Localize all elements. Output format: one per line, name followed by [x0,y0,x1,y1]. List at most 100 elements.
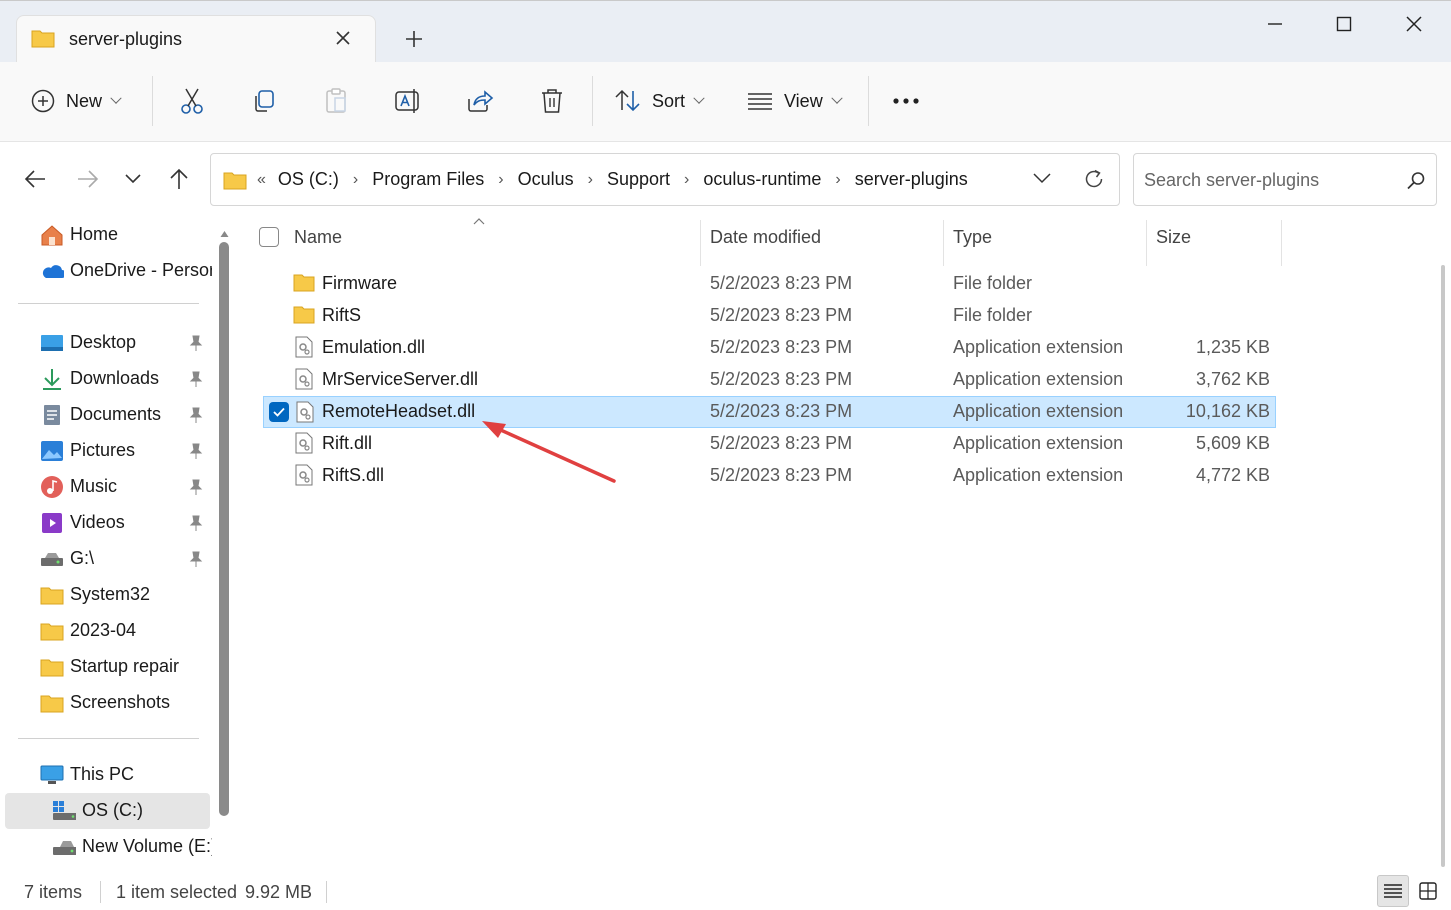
sidebar-item-documents[interactable]: Documents [0,397,212,433]
chevron-right-icon[interactable]: › [684,171,689,189]
scrollbar-thumb[interactable] [1441,265,1445,867]
column-header-size[interactable]: Size [1156,227,1191,248]
sidebar-scrollbar[interactable] [218,230,230,875]
new-tab-icon[interactable] [404,29,424,49]
large-icons-view-button[interactable] [1412,875,1444,907]
column-header-type[interactable]: Type [953,227,992,248]
forward-button[interactable] [71,162,105,196]
copy-button[interactable] [242,78,286,124]
downloads-icon [43,369,61,390]
sidebar-item-home[interactable]: Home [0,217,212,253]
column-divider[interactable] [1281,220,1282,266]
breadcrumb-program-files[interactable]: Program Files [372,169,484,190]
sidebar-item-startup-repair[interactable]: Startup repair [0,649,212,685]
sidebar-item-label: Desktop [70,332,137,352]
close-window-button[interactable] [1384,9,1444,39]
chevron-right-icon[interactable]: › [588,171,593,189]
more-options-button[interactable] [884,78,928,124]
sidebar-item-g-drive[interactable]: G:\ [0,541,212,577]
breadcrumb-os-c[interactable]: OS (C:) [278,169,339,190]
sidebar-item-videos[interactable]: Videos [0,505,212,541]
sidebar-item-2023-04[interactable]: 2023-04 [0,613,212,649]
rename-button[interactable] [386,78,430,124]
pin-icon[interactable] [188,442,204,460]
maximize-button[interactable] [1314,9,1374,39]
file-row-emulation-dll[interactable]: Emulation.dll 5/2/2023 8:23 PM Applicati… [263,332,1276,364]
pin-icon[interactable] [188,478,204,496]
breadcrumb-oculus-runtime[interactable]: oculus-runtime [703,169,821,190]
refresh-icon[interactable] [1083,168,1105,190]
address-bar[interactable]: « OS (C:) › Program Files › Oculus › Sup… [210,153,1120,206]
back-button[interactable] [18,162,52,196]
sidebar-item-this-pc[interactable]: This PC [0,757,212,793]
dll-file-icon [295,336,313,358]
paste-button[interactable] [314,78,358,124]
row-checkbox-checked[interactable] [269,402,289,422]
scrollbar-thumb[interactable] [219,242,229,816]
file-row-rifts-folder[interactable]: RiftS 5/2/2023 8:23 PM File folder [263,300,1276,332]
sidebar-item-label: This PC [70,764,135,784]
drive-icon [53,841,76,855]
file-row-firmware[interactable]: Firmware 5/2/2023 8:23 PM File folder [263,268,1276,300]
file-date: 5/2/2023 8:23 PM [710,273,853,293]
sidebar-item-new-volume-e[interactable]: New Volume (E:) [0,829,212,865]
sort-button[interactable]: Sort [614,78,714,124]
scroll-up-icon[interactable] [220,230,229,238]
sidebar-item-downloads[interactable]: Downloads [0,361,212,397]
pin-icon[interactable] [188,514,204,532]
pin-icon[interactable] [188,406,204,424]
file-row-mrserviceserver-dll[interactable]: MrServiceServer.dll 5/2/2023 8:23 PM App… [263,364,1276,396]
column-divider[interactable] [1146,220,1147,266]
sidebar-item-pictures[interactable]: Pictures [0,433,212,469]
share-icon [468,90,494,112]
search-box[interactable]: Search server-plugins [1133,153,1437,206]
dll-file-icon [295,464,313,486]
tiles-view-icon [1419,882,1437,900]
folder-icon [40,659,64,677]
new-button[interactable]: New [30,78,140,124]
breadcrumb-overflow[interactable]: « [257,171,266,189]
view-button[interactable]: View [746,78,850,124]
select-all-checkbox[interactable] [259,227,279,247]
breadcrumb-server-plugins[interactable]: server-plugins [855,169,968,190]
chevron-right-icon[interactable]: › [835,171,840,189]
file-date: 5/2/2023 8:23 PM [710,433,853,453]
cut-button[interactable] [170,78,214,124]
up-button[interactable] [162,162,196,196]
chevron-right-icon[interactable]: › [353,171,358,189]
column-header-name[interactable]: Name [294,227,342,248]
details-view-button[interactable] [1377,875,1409,907]
pin-icon[interactable] [188,550,204,568]
content-scrollbar[interactable] [1441,265,1451,875]
sidebar-item-onedrive[interactable]: OneDrive - Persor [0,253,212,289]
tab-server-plugins[interactable]: server-plugins [16,15,376,63]
sidebar-item-system32[interactable]: System32 [0,577,212,613]
column-divider[interactable] [700,220,701,266]
recent-locations-button[interactable] [116,162,150,196]
sidebar-item-os-c[interactable]: OS (C:) [5,793,210,829]
file-row-rift-dll[interactable]: Rift.dll 5/2/2023 8:23 PM Application ex… [263,428,1276,460]
column-header-date-modified[interactable]: Date modified [710,227,821,248]
pin-icon[interactable] [188,334,204,352]
chevron-right-icon[interactable]: › [498,171,503,189]
breadcrumb-support[interactable]: Support [607,169,670,190]
chevron-down-icon[interactable] [1033,173,1051,184]
pin-icon[interactable] [188,370,204,388]
column-divider[interactable] [943,220,944,266]
sidebar-item-music[interactable]: Music [0,469,212,505]
arrow-up-icon [170,168,188,189]
dll-file-icon [295,432,313,454]
file-row-rifts-dll[interactable]: RiftS.dll 5/2/2023 8:23 PM Application e… [263,460,1276,492]
close-tab-icon[interactable] [335,30,351,46]
file-date: 5/2/2023 8:23 PM [710,337,853,357]
file-row-remoteheadset-dll[interactable]: RemoteHeadset.dll 5/2/2023 8:23 PM Appli… [263,396,1276,428]
minimize-button[interactable] [1245,9,1305,39]
delete-button[interactable] [530,78,574,124]
view-icon [748,93,772,110]
sidebar-item-desktop[interactable]: Desktop [0,325,212,361]
search-input[interactable]: Search server-plugins [1144,170,1319,191]
sidebar-item-screenshots[interactable]: Screenshots [0,685,212,721]
share-button[interactable] [458,78,502,124]
breadcrumb-oculus[interactable]: Oculus [518,169,574,190]
add-circle-icon [31,89,55,113]
